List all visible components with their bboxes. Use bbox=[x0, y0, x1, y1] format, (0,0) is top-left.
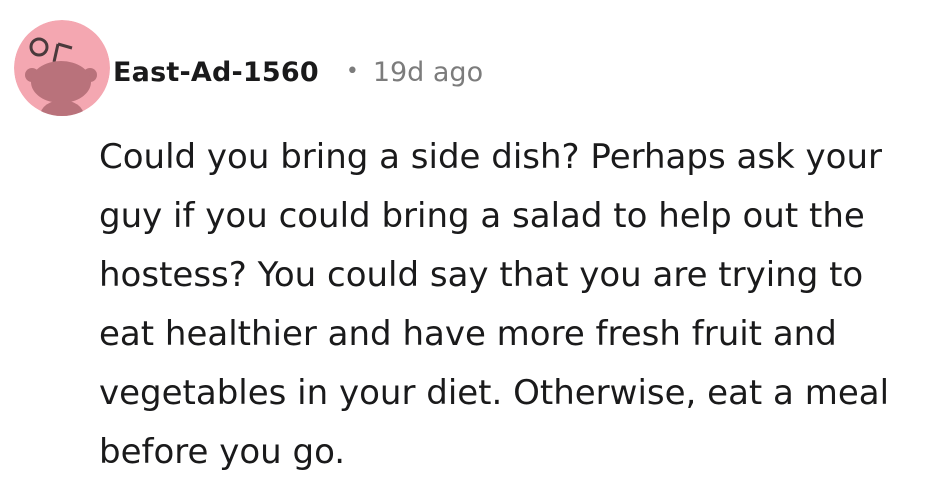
username-link[interactable]: East-Ad-1560 bbox=[113, 57, 319, 88]
comment: East-Ad-1560 • 19d ago Could you bring a… bbox=[0, 0, 926, 485]
meta-separator: • bbox=[345, 58, 359, 84]
user-avatar[interactable] bbox=[14, 20, 110, 116]
reddit-snoo-avatar-icon bbox=[14, 20, 110, 116]
comment-body: Could you bring a side dish? Perhaps ask… bbox=[99, 137, 890, 472]
timestamp[interactable]: 19d ago bbox=[373, 57, 483, 88]
comment-header: East-Ad-1560 • 19d ago bbox=[113, 52, 483, 92]
